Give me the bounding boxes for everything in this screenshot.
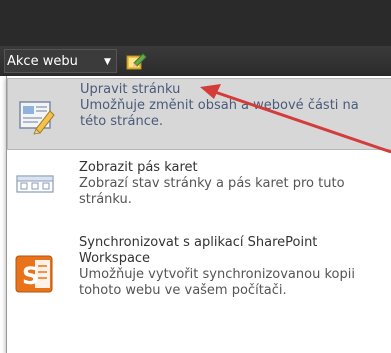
ribbon-icon	[16, 175, 54, 193]
ribbon-bar: Akce webu ▼	[0, 46, 391, 76]
menu-item-description: Umožňuje změnit obsah a webové části na …	[80, 98, 359, 129]
menu-item-title: Zobrazit pás karet	[79, 160, 198, 175]
chevron-down-icon: ▼	[104, 57, 111, 67]
menu-item-description: Zobrazí stav stránky a pás karet pro tut…	[79, 176, 345, 207]
menu-item-title: Upravit stránku	[80, 82, 181, 97]
menu-item-sync-sharepoint-workspace[interactable]: S Synchronizovat s aplikací SharePoint W…	[7, 234, 391, 344]
edit-page-shortcut-icon[interactable]	[124, 49, 148, 73]
menu-item-edit-page[interactable]: Upravit stránku Umožňuje změnit obsah a …	[7, 78, 391, 150]
sharepoint-workspace-icon: S	[15, 255, 53, 293]
site-actions-button[interactable]: Akce webu ▼	[4, 49, 117, 73]
edit-page-icon	[19, 101, 55, 135]
site-actions-menu: Upravit stránku Umožňuje změnit obsah a …	[6, 76, 391, 353]
menu-item-show-ribbon[interactable]: Zobrazit pás karet Zobrazí stav stránky …	[7, 154, 391, 220]
menu-item-title: Synchronizovat s aplikací SharePoint Wor…	[79, 235, 318, 266]
site-actions-label: Akce webu	[7, 54, 78, 69]
top-bar	[0, 0, 391, 46]
menu-item-description: Umožňuje vytvořit synchronizovanou kopii…	[79, 267, 355, 298]
svg-text:S: S	[22, 262, 39, 290]
